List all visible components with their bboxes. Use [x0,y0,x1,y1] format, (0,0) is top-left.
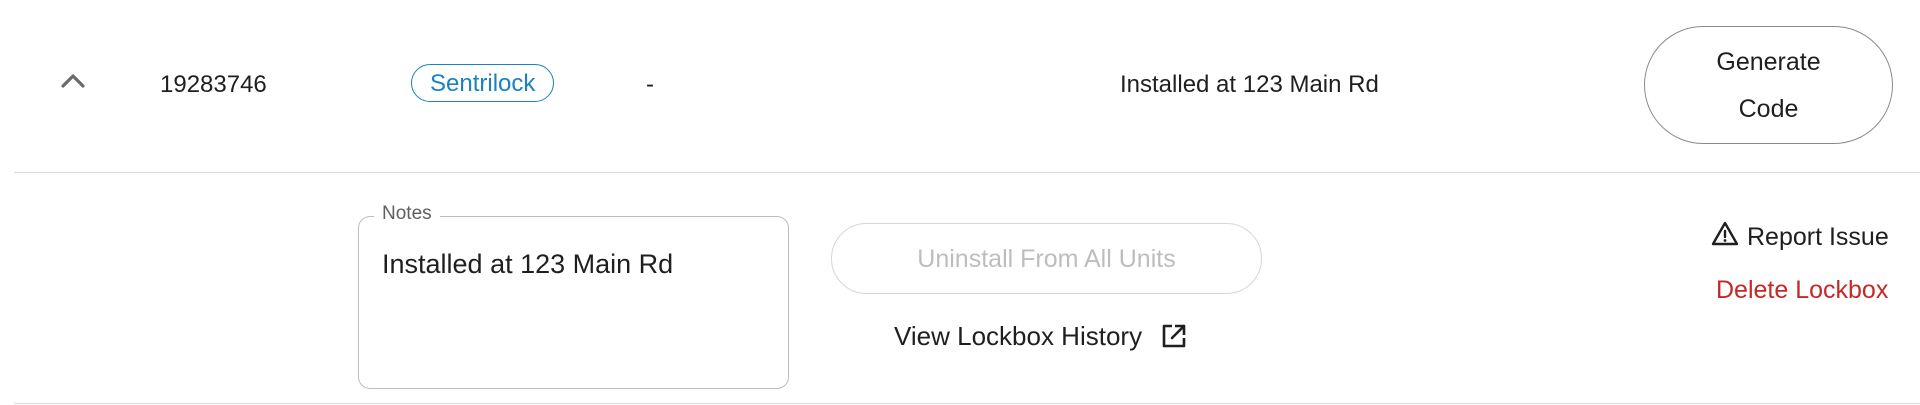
external-link-icon [1160,322,1188,350]
brand-badge: Sentrilock [411,64,555,102]
notes-label: Notes [374,203,440,225]
row-divider [14,172,1920,173]
notes-summary: Installed at 123 Main Rd [1120,71,1379,98]
report-issue-label: Report Issue [1747,222,1889,251]
empty-value: - [646,71,654,98]
generate-code-label-line1: Generate [1716,48,1821,76]
generate-code-button[interactable]: Generate Code [1644,26,1893,144]
report-issue-link[interactable]: Report Issue [1711,220,1889,255]
notes-value[interactable]: Installed at 123 Main Rd [382,248,673,280]
warning-icon [1711,220,1739,255]
chevron-up-icon[interactable] [58,66,88,96]
lockbox-id: 19283746 [160,71,267,98]
notes-field[interactable] [358,216,789,389]
lockbox-row: 19283746 Sentrilock - Installed at 123 M… [0,0,1920,172]
delete-lockbox-link[interactable]: Delete Lockbox [1716,275,1888,305]
view-lockbox-history-link[interactable]: View Lockbox History [894,318,1188,354]
generate-code-label-line2: Code [1738,95,1799,123]
history-label: View Lockbox History [894,320,1143,351]
uninstall-button[interactable]: Uninstall From All Units [831,223,1262,294]
details-divider [14,403,1920,404]
